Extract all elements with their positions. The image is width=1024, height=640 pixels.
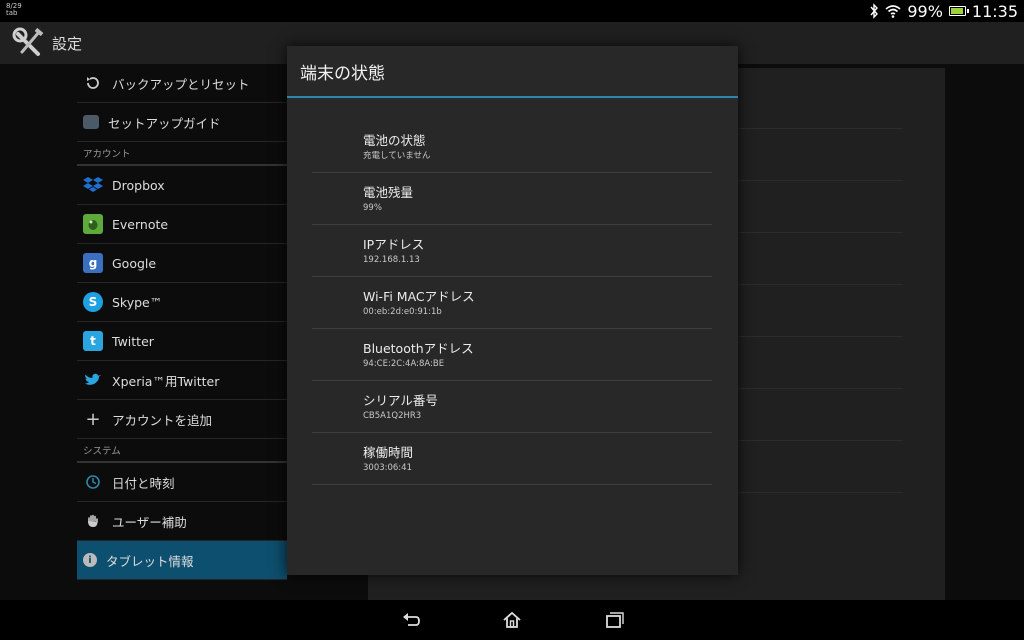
back-button[interactable] (400, 610, 422, 630)
clock: 11:35 (971, 1, 1018, 21)
info-label: 電池残量 (363, 185, 414, 200)
settings-sidebar: バックアップとリセット セットアップガイド アカウント Dropbox Ever… (77, 64, 287, 580)
info-label: Bluetoothアドレス (363, 341, 474, 356)
back-icon (403, 613, 420, 626)
evernote-icon (83, 214, 103, 234)
sidebar-item-twitter[interactable]: t Twitter (77, 322, 287, 361)
sidebar-item-backup-reset[interactable]: バックアップとリセット (77, 64, 287, 103)
google-icon: g (83, 253, 103, 273)
sidebar-item-tablet-info[interactable]: i タブレット情報 (77, 541, 287, 580)
info-row-battery-status[interactable]: 電池の状態 充電していません (312, 121, 712, 173)
sidebar-item-evernote[interactable]: Evernote (77, 205, 287, 244)
info-value: 192.168.1.13 (363, 255, 420, 265)
dialog-info-list: 電池の状態 充電していません 電池残量 99% IPアドレス 192.168.1… (312, 121, 712, 485)
sidebar-item-label: タブレット情報 (106, 553, 194, 569)
info-row-serial-number[interactable]: シリアル番号 CB5A1Q2HR3 (312, 381, 712, 433)
sidebar-item-label: Dropbox (112, 177, 165, 193)
info-row-uptime[interactable]: 稼働時間 3003:06:41 (312, 433, 712, 485)
info-label: 稼働時間 (363, 445, 414, 460)
sidebar-item-label: Xperia™用Twitter (112, 373, 220, 389)
sidebar-item-date-time[interactable]: 日付と時刻 (77, 463, 287, 502)
sidebar-item-label: Twitter (112, 333, 154, 349)
hand-icon (83, 511, 103, 531)
info-label: シリアル番号 (363, 393, 438, 408)
sidebar-item-label: ユーザー補助 (112, 514, 187, 530)
status-notification: 8/29 tab (6, 3, 22, 17)
sidebar-item-skype[interactable]: S Skype™ (77, 283, 287, 322)
clock-icon (83, 472, 103, 492)
settings-tools-icon[interactable] (12, 26, 46, 60)
status-notification-line2: tab (6, 9, 18, 17)
info-row-ip-address[interactable]: IPアドレス 192.168.1.13 (312, 225, 712, 277)
sidebar-item-accessibility[interactable]: ユーザー補助 (77, 502, 287, 541)
info-value: 充電していません (363, 151, 431, 161)
section-header-accounts: アカウント (77, 142, 287, 166)
twitter-bird-icon (83, 370, 103, 390)
home-icon (503, 611, 521, 628)
section-header-system: システム (77, 439, 287, 463)
info-label: Wi-Fi MACアドレス (363, 289, 475, 304)
sidebar-item-label: セットアップガイド (108, 115, 221, 131)
info-row-battery-level[interactable]: 電池残量 99% (312, 173, 712, 225)
home-button[interactable] (501, 610, 523, 630)
recent-apps-icon (606, 612, 624, 628)
sidebar-item-label: Evernote (112, 216, 169, 232)
wifi-icon (885, 4, 901, 18)
sidebar-item-setup-guide[interactable]: セットアップガイド (77, 103, 287, 142)
battery-percent: 99% (907, 1, 943, 21)
status-bar: 8/29 tab 99% 11:35 (0, 0, 1024, 22)
info-value: 3003:06:41 (363, 463, 412, 473)
plus-icon: + (85, 408, 101, 430)
navigation-bar (0, 600, 1024, 640)
dialog-title: 端末の状態 (287, 46, 738, 98)
info-value: CB5A1Q2HR3 (363, 411, 422, 421)
info-icon: i (83, 553, 97, 567)
page-title: 設定 (52, 34, 83, 53)
sidebar-item-label: 日付と時刻 (112, 475, 175, 491)
recent-apps-button[interactable] (603, 610, 625, 630)
dropbox-icon (83, 175, 103, 195)
info-row-wifi-mac[interactable]: Wi-Fi MACアドレス 00:eb:2d:e0:91:1b (312, 277, 712, 329)
info-row-bluetooth-address[interactable]: Bluetoothアドレス 94:CE:2C:4A:8A:BE (312, 329, 712, 381)
setup-guide-icon (83, 115, 99, 129)
bluetooth-icon (869, 3, 879, 19)
skype-icon: S (83, 292, 103, 312)
info-label: IPアドレス (363, 237, 425, 252)
sidebar-item-dropbox[interactable]: Dropbox (77, 166, 287, 205)
info-value: 00:eb:2d:e0:91:1b (363, 307, 442, 317)
battery-icon (948, 6, 969, 16)
sidebar-item-google[interactable]: g Google (77, 244, 287, 283)
restore-icon (83, 73, 103, 93)
sidebar-item-label: Google (112, 255, 157, 271)
sidebar-item-label: バックアップとリセット (112, 76, 250, 92)
sidebar-item-add-account[interactable]: + アカウントを追加 (77, 400, 287, 439)
twitter-icon: t (83, 331, 103, 351)
info-label: 電池の状態 (363, 133, 426, 148)
info-value: 99% (363, 203, 382, 213)
sidebar-item-xperia-twitter[interactable]: Xperia™用Twitter (77, 361, 287, 400)
sidebar-item-label: アカウントを追加 (112, 412, 213, 428)
info-value: 94:CE:2C:4A:8A:BE (363, 359, 445, 369)
device-status-dialog: 端末の状態 電池の状態 充電していません 電池残量 99% IPアドレス 192… (287, 46, 738, 575)
sidebar-item-label: Skype™ (112, 294, 163, 310)
